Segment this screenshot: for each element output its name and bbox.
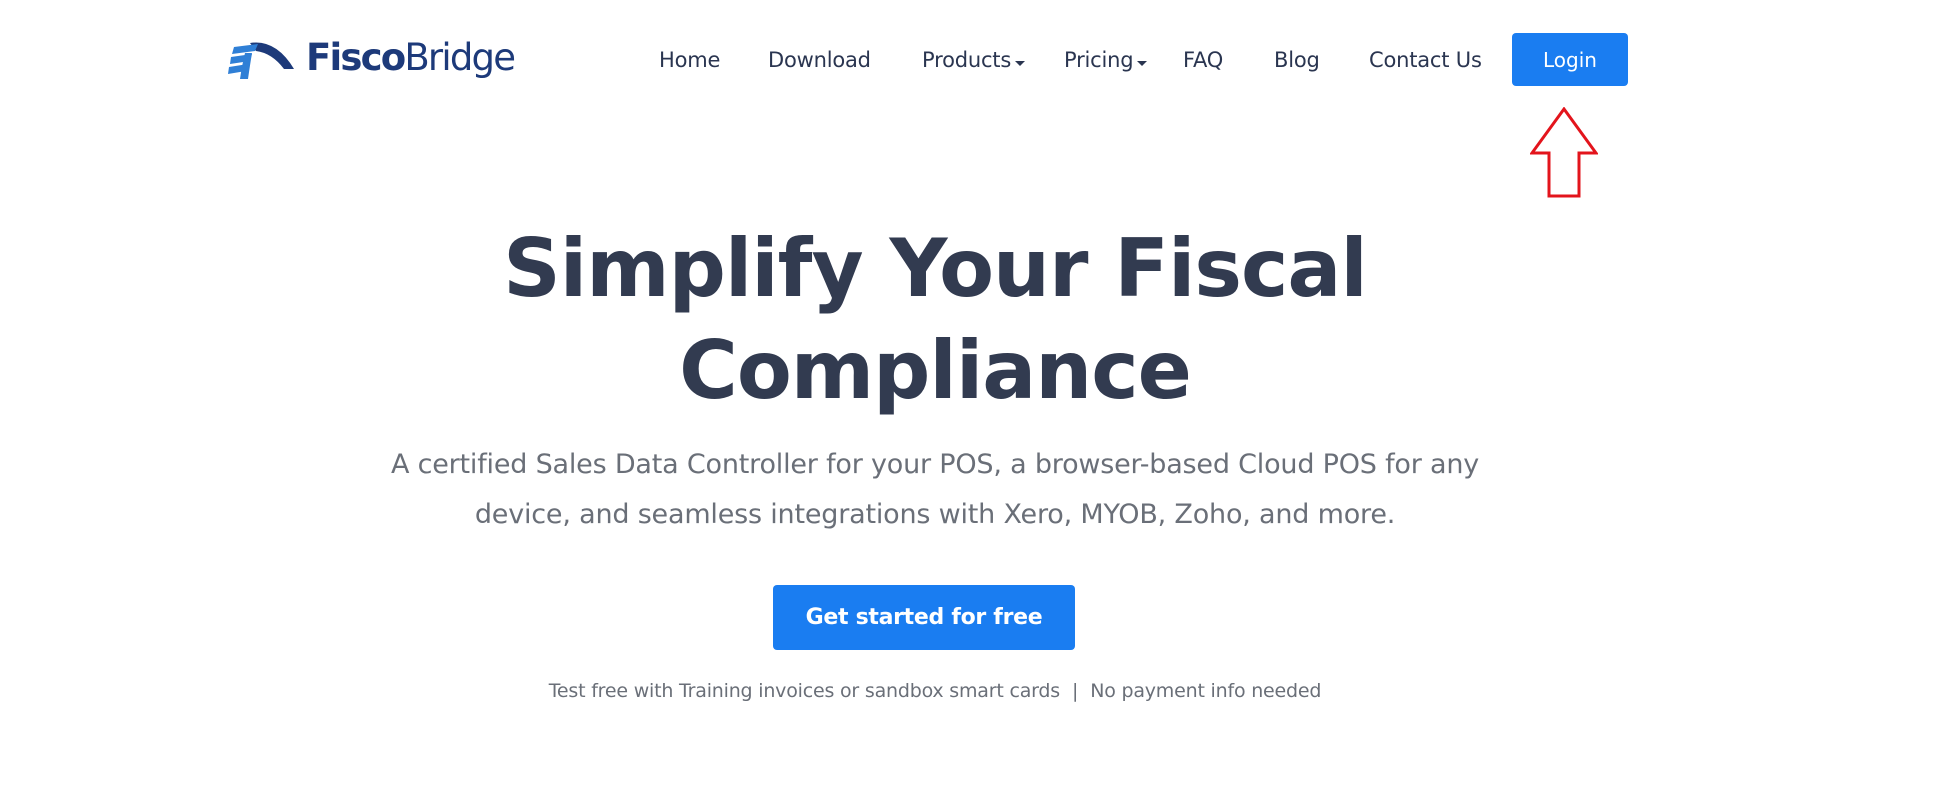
nav-contact-us[interactable]: Contact Us (1369, 44, 1482, 76)
nav-blog-label: Blog (1274, 48, 1320, 72)
nav-faq-label: FAQ (1183, 48, 1224, 72)
nav-home-label: Home (659, 48, 721, 72)
nav-pricing-label: Pricing (1064, 48, 1134, 72)
note-payment-text: No payment info needed (1090, 680, 1322, 702)
nav-products-label: Products (922, 48, 1012, 72)
bridge-logo-icon (228, 42, 294, 79)
chevron-down-icon (1015, 60, 1026, 66)
login-button[interactable]: Login (1512, 33, 1628, 86)
nav-products[interactable]: Products (922, 44, 1026, 76)
hero-title-line-1: Simplify Your Fiscal (503, 222, 1368, 315)
signup-note: Test free with Training invoices or sand… (0, 680, 1870, 702)
nav-download[interactable]: Download (768, 44, 871, 76)
fiscobridge-logo[interactable]: FiscoBridge (228, 34, 516, 82)
nav-contact-us-label: Contact Us (1369, 48, 1482, 72)
hero-subtitle-line-1: A certified Sales Data Controller for yo… (390, 449, 1480, 480)
chevron-down-icon (1137, 60, 1148, 66)
note-separator: | (1071, 680, 1079, 702)
logo-text-bold: Fisco (306, 36, 406, 79)
hero-subtitle: A certified Sales Data Controller for yo… (335, 440, 1535, 540)
page: FiscoBridge Home Download Products Prici… (0, 0, 1941, 805)
hero-title-line-2: Compliance (679, 324, 1192, 417)
nav-home[interactable]: Home (659, 44, 720, 76)
get-started-button[interactable]: Get started for free (773, 585, 1075, 650)
up-arrow-annotation-icon (1530, 107, 1598, 198)
hero-title: Simplify Your Fiscal Compliance (0, 218, 1870, 422)
nav-faq[interactable]: FAQ (1183, 44, 1223, 76)
nav-pricing[interactable]: Pricing (1064, 44, 1148, 76)
hero-subtitle-line-2: device, and seamless integrations with X… (474, 499, 1396, 530)
logo-text-light: Bridge (404, 36, 516, 79)
nav-blog[interactable]: Blog (1274, 44, 1320, 76)
nav-download-label: Download (768, 48, 871, 72)
note-trial-text: Test free with Training invoices or sand… (548, 680, 1060, 702)
logo-wordmark: FiscoBridge (306, 34, 516, 82)
